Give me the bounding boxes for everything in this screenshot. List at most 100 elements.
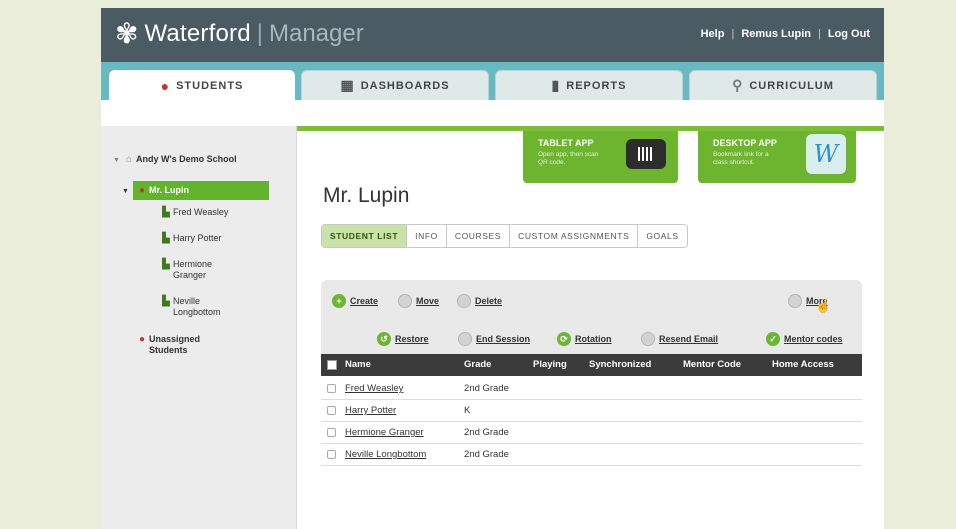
mentor-codes-icon: ✓	[766, 332, 780, 346]
link-divider: |	[817, 28, 821, 40]
tree-item-student[interactable]: ▙ Fred Weasley	[159, 207, 269, 218]
student-icon: ▙	[162, 296, 170, 307]
tab-curriculum-label: CURRICULUM	[749, 79, 834, 92]
rotation-button[interactable]: ⟳ Rotation	[557, 332, 612, 346]
email-icon	[641, 332, 655, 346]
student-grade: 2nd Grade	[464, 449, 509, 460]
move-button[interactable]: Move	[398, 294, 439, 308]
student-icon: ▙	[162, 259, 170, 270]
row-checkbox[interactable]	[327, 384, 336, 393]
desktop-app-card[interactable]: DESKTOP APP Bookmark link for a class sh…	[698, 131, 856, 183]
class-tree-sidebar: ▼ ⌂ Andy W's Demo School ▼ ● Mr. Lupin ▙…	[101, 126, 297, 529]
mentor-codes-label: Mentor codes	[784, 334, 843, 344]
waterford-w-icon: W	[806, 134, 846, 174]
tab-student-list[interactable]: STUDENT LIST	[322, 225, 408, 247]
student-name-link[interactable]: Neville Longbottom	[345, 449, 426, 460]
restore-label: Restore	[395, 334, 429, 344]
delete-label: Delete	[475, 296, 503, 306]
tree-item-teacher[interactable]: ▼ ● Mr. Lupin	[122, 181, 269, 200]
more-icon	[788, 294, 802, 308]
column-header-synchronized[interactable]: Synchronized	[589, 359, 651, 370]
mouse-pointer-icon: ☝	[815, 298, 832, 313]
column-header-mentor-code[interactable]: Mentor Code	[683, 359, 741, 370]
select-all-checkbox[interactable]	[327, 360, 337, 370]
teacher-label: Mr. Lupin	[149, 185, 189, 195]
student-table-header: Name Grade Playing Synchronized Mentor C…	[321, 354, 862, 376]
tree-item-unassigned[interactable]: ● Unassigned Students	[135, 334, 225, 356]
apple-icon: ●	[160, 77, 171, 94]
tree-item-student[interactable]: ▙ Harry Potter	[159, 233, 269, 244]
help-link[interactable]: Help	[701, 28, 725, 40]
logout-link[interactable]: Log Out	[828, 28, 870, 40]
restore-icon: ↺	[377, 332, 391, 346]
column-header-playing[interactable]: Playing	[533, 359, 567, 370]
tablet-app-card[interactable]: TABLET APP Open app, then scan QR code.	[523, 131, 678, 183]
main-tab-bar: ● STUDENTS ▦ DASHBOARDS ▮ REPORTS ⚲ CURR…	[101, 62, 884, 100]
expand-triangle-icon[interactable]: ▼	[122, 186, 135, 197]
student-label: Hermione Granger	[173, 259, 213, 280]
column-header-grade[interactable]: Grade	[464, 359, 491, 370]
mentor-codes-button[interactable]: ✓ Mentor codes	[766, 332, 843, 346]
page-title: Mr. Lupin	[323, 184, 410, 207]
column-header-name[interactable]: Name	[345, 359, 371, 370]
student-grade: 2nd Grade	[464, 427, 509, 438]
column-header-home-access[interactable]: Home Access	[772, 359, 834, 370]
student-label: Neville Longbottom	[173, 296, 221, 317]
school-icon: ⌂	[125, 154, 133, 165]
student-grade: 2nd Grade	[464, 383, 509, 394]
delete-icon	[457, 294, 471, 308]
table-row: Harry Potter K	[321, 400, 862, 422]
tab-dashboards-label: DASHBOARDS	[360, 79, 450, 92]
student-label: Harry Potter	[173, 233, 222, 243]
create-button[interactable]: + Create	[332, 294, 378, 308]
apple-icon: ●	[138, 185, 146, 196]
student-name-link[interactable]: Fred Weasley	[345, 383, 403, 394]
class-sub-tabs: STUDENT LIST INFO COURSES CUSTOM ASSIGNM…	[321, 224, 688, 248]
table-row: Hermione Granger 2nd Grade	[321, 422, 862, 444]
logo-product-text: Manager	[268, 20, 364, 47]
desktop-app-desc: Bookmark link for a class shortcut.	[713, 151, 769, 166]
apple-icon: ●	[138, 334, 146, 345]
dashboard-icon: ▦	[340, 77, 355, 93]
tree-item-student[interactable]: ▙ Neville Longbottom	[159, 296, 249, 318]
resend-email-button[interactable]: Resend Email	[641, 332, 718, 346]
row-checkbox[interactable]	[327, 428, 336, 437]
create-label: Create	[350, 296, 379, 306]
tab-reports-label: REPORTS	[566, 79, 627, 92]
desktop-app-title: DESKTOP APP	[713, 138, 777, 148]
tab-info[interactable]: INFO	[407, 225, 447, 247]
row-checkbox[interactable]	[327, 450, 336, 459]
tab-students[interactable]: ● STUDENTS	[109, 70, 295, 100]
top-header: ✾ Waterford | Manager Help | Remus Lupin…	[101, 8, 884, 62]
tab-courses[interactable]: COURSES	[446, 225, 511, 247]
delete-button[interactable]: Delete	[457, 294, 502, 308]
sub-toolbar	[101, 100, 884, 124]
tree-item-student[interactable]: ▙ Hermione Granger	[159, 259, 249, 281]
resend-email-label: Resend Email	[659, 334, 719, 344]
link-divider: |	[731, 28, 735, 40]
restore-button[interactable]: ↺ Restore	[377, 332, 429, 346]
end-session-button[interactable]: End Session	[458, 332, 530, 346]
expand-triangle-icon[interactable]: ▼	[113, 155, 122, 166]
tab-reports[interactable]: ▮ REPORTS	[495, 70, 683, 100]
waterford-logo[interactable]: ✾ Waterford | Manager	[115, 19, 364, 49]
waterford-manager-window: ✾ Waterford | Manager Help | Remus Lupin…	[101, 8, 884, 529]
tablet-app-desc: Open app, then scan QR code.	[538, 151, 599, 166]
student-icon: ▙	[162, 233, 170, 244]
school-label: Andy W's Demo School	[136, 154, 237, 164]
unassigned-label: Unassigned Students	[149, 334, 201, 355]
tab-curriculum[interactable]: ⚲ CURRICULUM	[689, 70, 877, 100]
student-name-link[interactable]: Harry Potter	[345, 405, 396, 416]
row-checkbox[interactable]	[327, 406, 336, 415]
student-name-link[interactable]: Hermione Granger	[345, 427, 424, 438]
user-name-link[interactable]: Remus Lupin	[741, 28, 811, 40]
header-links: Help | Remus Lupin | Log Out	[701, 28, 870, 40]
rotation-label: Rotation	[575, 334, 612, 344]
move-label: Move	[416, 296, 440, 306]
tab-dashboards[interactable]: ▦ DASHBOARDS	[301, 70, 489, 100]
tab-goals[interactable]: GOALS	[638, 225, 687, 247]
tree-item-school[interactable]: ▼ ⌂ Andy W's Demo School	[113, 154, 283, 166]
flower-logo-icon: ✾	[115, 18, 139, 49]
tab-custom-assignments[interactable]: CUSTOM ASSIGNMENTS	[510, 225, 639, 247]
table-row: Neville Longbottom 2nd Grade	[321, 444, 862, 466]
